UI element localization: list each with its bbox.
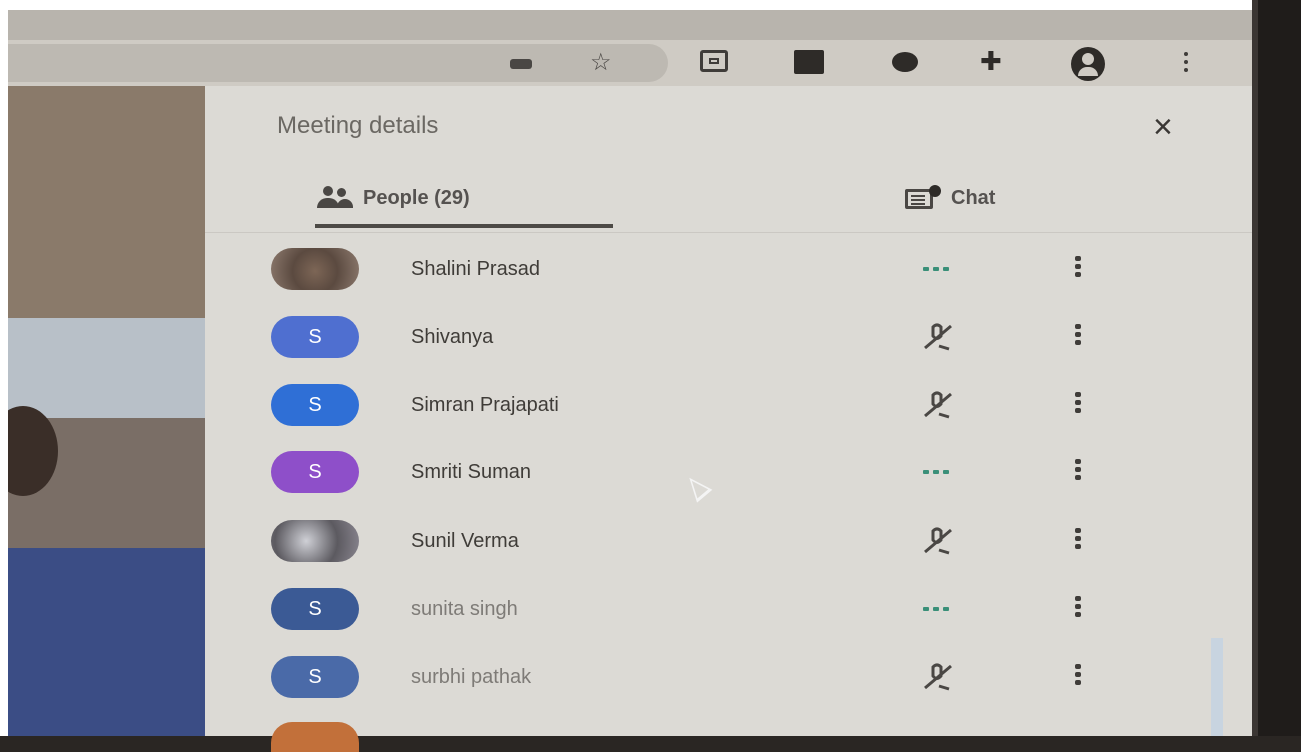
divider	[205, 232, 1252, 233]
mic-off-icon	[917, 390, 967, 420]
avatar	[271, 520, 359, 562]
star-icon[interactable]: ☆	[590, 50, 612, 76]
key-icon[interactable]	[510, 59, 532, 69]
monitor-bezel	[1252, 0, 1301, 736]
participant-name: Smriti Suman	[411, 461, 532, 483]
people-icon	[315, 186, 353, 210]
tab-people-label: People (29)	[363, 186, 470, 209]
mic-off-icon	[917, 662, 967, 692]
mic-off-icon	[917, 526, 967, 556]
avatar: S	[271, 588, 359, 630]
speaking-indicator-icon	[917, 594, 967, 624]
extension-cast-icon[interactable]	[700, 50, 728, 72]
extension-speech-icon[interactable]	[892, 52, 918, 72]
meeting-details-panel: Meeting details × People (29) Chat Shali…	[205, 86, 1252, 752]
list-item[interactable]: Ssurbhi pathak	[205, 646, 1252, 710]
browser-toolbar: ☆ ✚	[8, 40, 1252, 86]
browser-tab-strip	[8, 10, 1252, 40]
panel-title: Meeting details	[277, 112, 439, 139]
participant-name: Shivanya	[411, 326, 494, 348]
list-item[interactable]: S Simran Prajapati	[205, 374, 1252, 438]
more-options-icon[interactable]	[1075, 596, 1081, 622]
list-item[interactable]: Shalini Prasad	[205, 238, 1252, 302]
more-options-icon[interactable]	[1075, 664, 1081, 690]
more-options-icon[interactable]	[1075, 459, 1081, 485]
extension-square-icon[interactable]	[794, 50, 824, 74]
tab-people[interactable]: People (29)	[315, 178, 470, 218]
list-item[interactable]: S Shivanya	[205, 306, 1252, 370]
active-tab-indicator	[315, 224, 613, 228]
close-icon[interactable]: ×	[1153, 110, 1173, 144]
avatar: S	[271, 384, 359, 426]
tab-chat-label: Chat	[951, 186, 996, 209]
avatar	[271, 248, 359, 290]
left-frame	[0, 0, 8, 736]
speaking-indicator-icon	[917, 457, 967, 487]
more-options-icon[interactable]	[1075, 324, 1081, 350]
puzzle-icon[interactable]: ✚	[980, 46, 1002, 76]
participant-name: Sunil Verma	[411, 530, 519, 552]
avatar: S	[271, 656, 359, 698]
speaking-indicator-icon	[917, 254, 967, 284]
participant-name: Simran Prajapati	[411, 394, 559, 416]
list-item[interactable]: S Smriti Suman	[205, 441, 1252, 505]
participant-name: sunita singh	[411, 598, 518, 620]
participant-name: surbhi pathak	[411, 666, 532, 688]
profile-icon[interactable]	[1071, 47, 1105, 81]
avatar	[271, 722, 359, 752]
video-area	[8, 86, 205, 736]
avatar: S	[271, 316, 359, 358]
participant-name: Shalini Prasad	[411, 258, 540, 280]
top-frame	[0, 0, 1301, 10]
more-options-icon[interactable]	[1075, 392, 1081, 418]
list-item[interactable]: Sunil Verma	[205, 510, 1252, 574]
more-options-icon[interactable]	[1075, 256, 1081, 282]
avatar: S	[271, 451, 359, 493]
address-bar[interactable]: ☆	[8, 44, 668, 82]
scrollbar-thumb[interactable]	[1211, 638, 1223, 736]
more-options-icon[interactable]	[1075, 528, 1081, 554]
tab-chat[interactable]: Chat	[905, 178, 995, 218]
mic-off-icon	[917, 322, 967, 352]
list-item[interactable]: Ssunita singh	[205, 578, 1252, 642]
menu-icon[interactable]	[1184, 52, 1188, 74]
chat-icon	[905, 185, 941, 211]
